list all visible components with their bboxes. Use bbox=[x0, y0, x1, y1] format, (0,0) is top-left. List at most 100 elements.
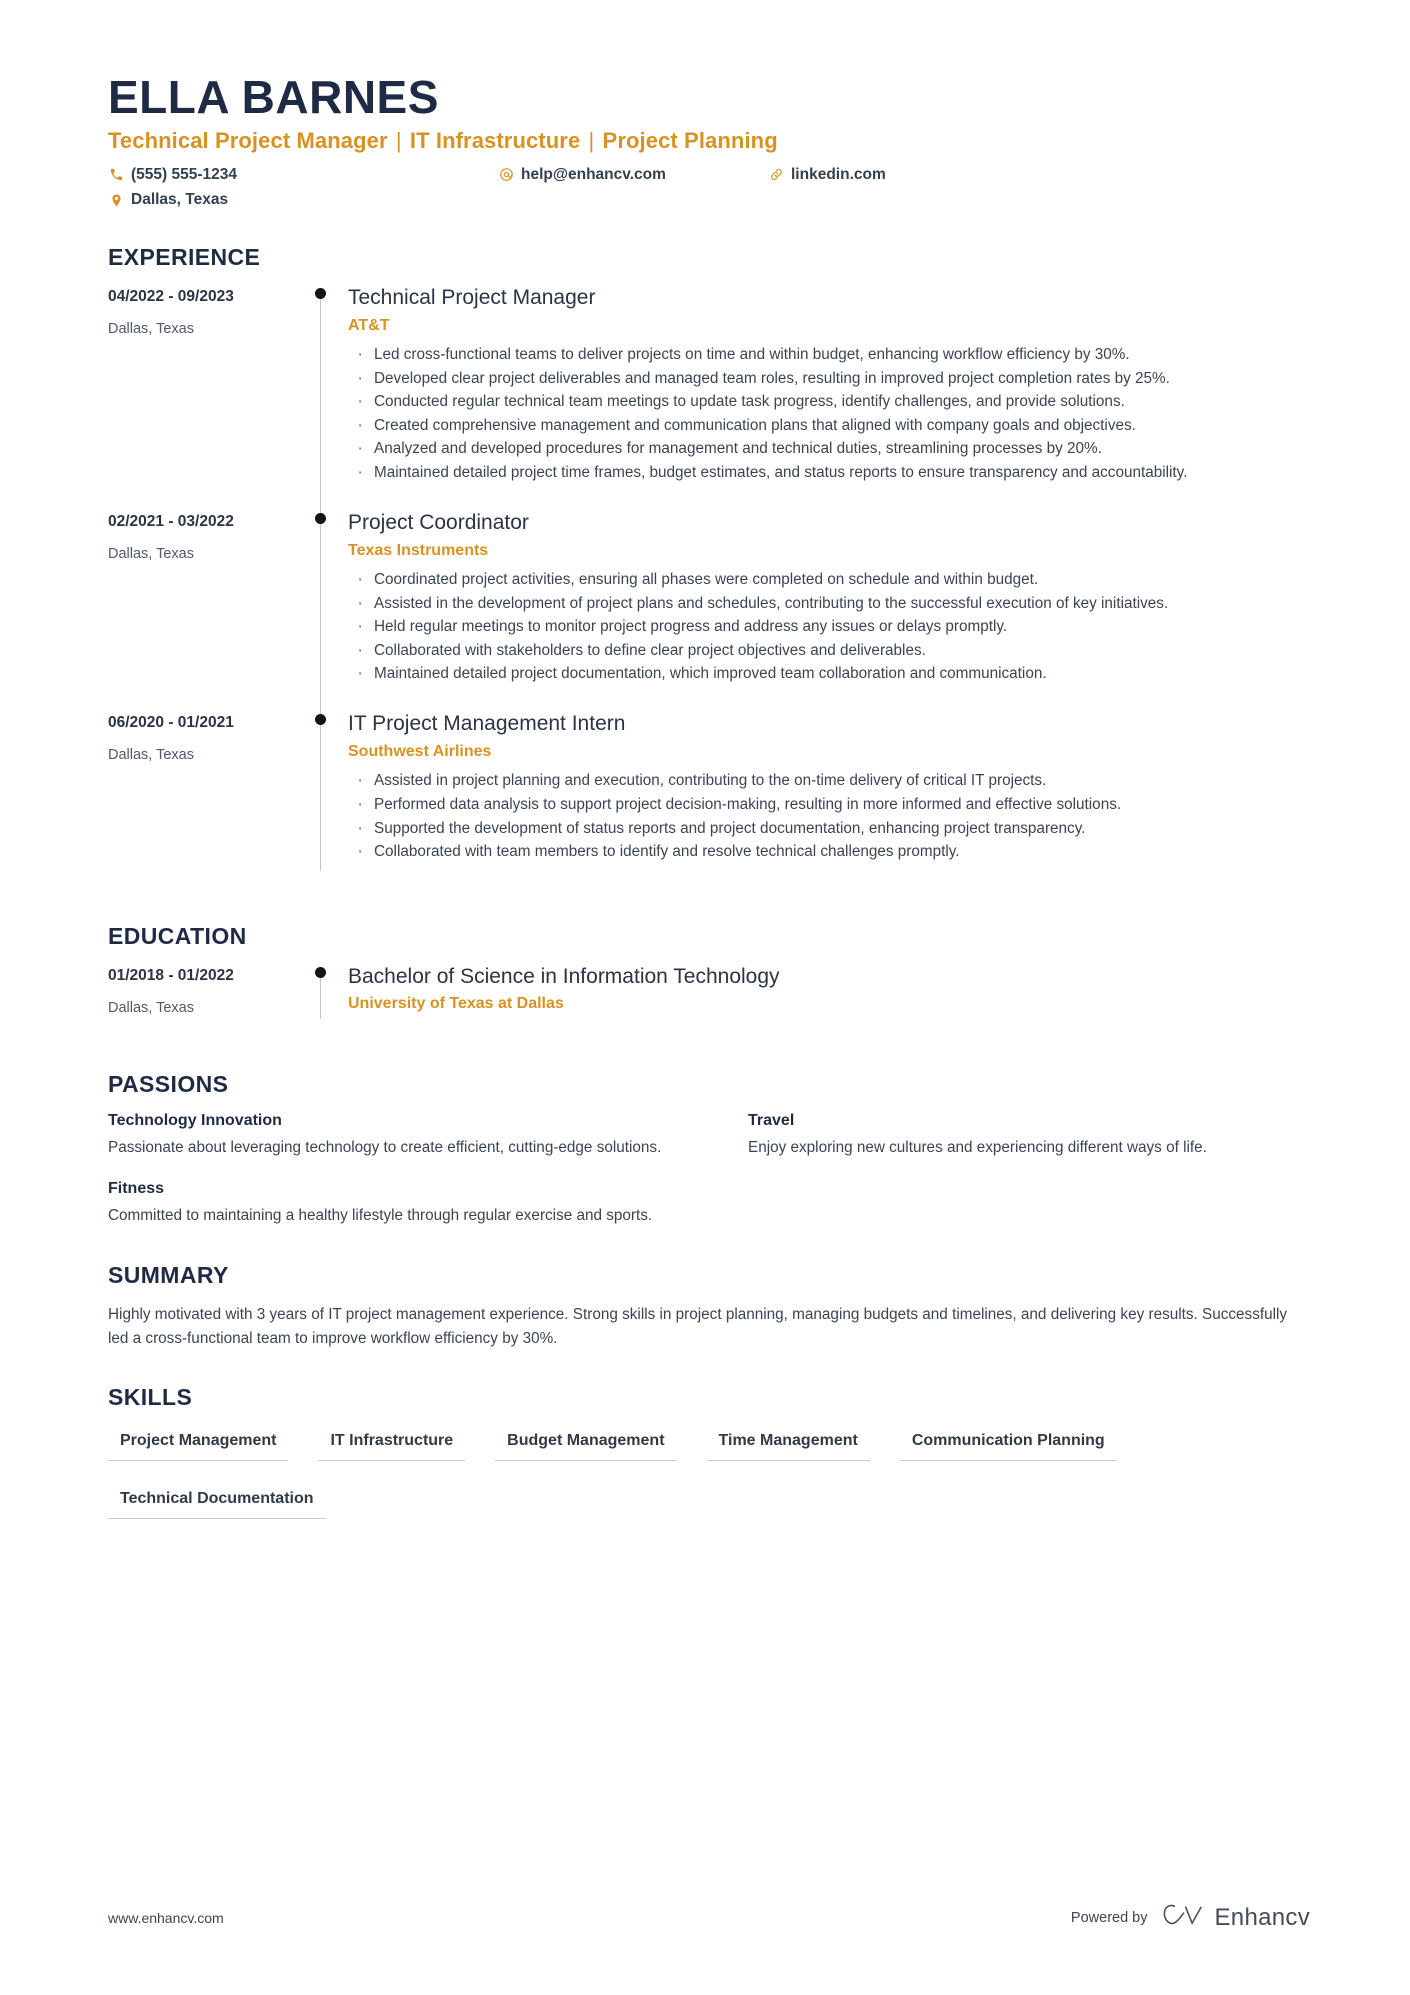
education-location: Dallas, Texas bbox=[108, 999, 194, 1016]
enhancv-brand-name: Enhancv bbox=[1214, 1903, 1310, 1931]
experience-item: 04/2022 - 09/2023 Dallas, Texas Technica… bbox=[108, 285, 1310, 520]
headline-part-1: Technical Project Manager bbox=[108, 127, 388, 153]
section-education: EDUCATION 01/2018 - 01/2022 Dallas, Texa… bbox=[108, 923, 1310, 1037]
passion-description: Committed to maintaining a healthy lifes… bbox=[108, 1207, 653, 1225]
contact-phone[interactable]: (555) 555-1234 bbox=[108, 166, 498, 185]
experience-bullets: Coordinated project activities, ensuring… bbox=[348, 567, 1310, 688]
list-item: Conducted regular technical team meeting… bbox=[348, 389, 1288, 415]
page-footer: www.enhancv.com Powered by Enhancv bbox=[108, 1902, 1310, 1933]
passion-item: Travel Enjoy exploring new cultures and … bbox=[748, 1112, 1308, 1160]
timeline-dot bbox=[315, 512, 326, 524]
skill-chip: Communication Planning bbox=[899, 1425, 1117, 1462]
experience-content: IT Project Management Intern Southwest A… bbox=[348, 711, 1310, 889]
headline-separator: | bbox=[582, 127, 601, 153]
experience-location: Dallas, Texas bbox=[108, 747, 194, 764]
education-school: University of Texas at Dallas bbox=[348, 995, 564, 1013]
phone-icon bbox=[108, 167, 124, 183]
education-degree: Bachelor of Science in Information Techn… bbox=[348, 964, 780, 988]
section-title-education: EDUCATION bbox=[108, 922, 247, 949]
skill-chip: IT Infrastructure bbox=[318, 1425, 466, 1462]
passions-grid: Technology Innovation Passionate about l… bbox=[108, 1112, 1308, 1228]
skill-chip: Project Management bbox=[108, 1425, 289, 1462]
contact-location-value: Dallas, Texas bbox=[131, 191, 229, 209]
resume-page: ELLA BARNES Technical Project Manager | … bbox=[0, 0, 1410, 1995]
headline-part-3: Project Planning bbox=[602, 127, 778, 153]
list-item: Assisted in the development of project p… bbox=[348, 591, 1288, 617]
headline-separator: | bbox=[389, 127, 408, 153]
timeline-rail bbox=[304, 285, 348, 520]
timeline-line bbox=[320, 721, 321, 871]
list-item: Developed clear project deliverables and… bbox=[348, 366, 1288, 392]
list-item: Supported the development of status repo… bbox=[348, 816, 1288, 842]
skill-chip: Budget Management bbox=[495, 1425, 677, 1462]
list-item: Led cross-functional teams to deliver pr… bbox=[348, 342, 1288, 368]
experience-content: Project Coordinator Texas Instruments Co… bbox=[348, 510, 1310, 711]
timeline-rail bbox=[304, 711, 348, 889]
passion-description: Enjoy exploring new cultures and experie… bbox=[748, 1139, 1207, 1157]
location-icon bbox=[108, 192, 124, 208]
timeline-rail bbox=[304, 510, 348, 722]
list-item: Assisted in project planning and executi… bbox=[348, 768, 1288, 794]
skills-list: Project Management IT Infrastructure Bud… bbox=[108, 1425, 1308, 1541]
contact-email-value: help@enhancv.com bbox=[521, 165, 666, 183]
section-summary: SUMMARY Highly motivated with 3 years of… bbox=[108, 1262, 1310, 1350]
experience-date: 02/2021 - 03/2022 bbox=[108, 512, 234, 530]
contact-link[interactable]: linkedin.com bbox=[768, 166, 886, 185]
education-item: 01/2018 - 01/2022 Dallas, Texas Bachelor… bbox=[108, 964, 1310, 1037]
contact-email[interactable]: help@enhancv.com bbox=[498, 166, 768, 185]
footer-branding: Powered by Enhancv bbox=[1071, 1902, 1310, 1933]
list-item: Collaborated with team members to identi… bbox=[348, 839, 1288, 865]
summary-text: Highly motivated with 3 years of IT proj… bbox=[108, 1305, 1288, 1347]
timeline-line bbox=[320, 973, 321, 1020]
experience-meta: 04/2022 - 09/2023 Dallas, Texas bbox=[108, 285, 304, 510]
list-item: Maintained detailed project time frames,… bbox=[348, 460, 1288, 486]
section-title-experience: EXPERIENCE bbox=[108, 243, 261, 270]
contact-location[interactable]: Dallas, Texas bbox=[108, 191, 1028, 210]
passion-name: Fitness bbox=[108, 1180, 165, 1198]
passion-description: Passionate about leveraging technology t… bbox=[108, 1139, 662, 1157]
experience-meta: 06/2020 - 01/2021 Dallas, Texas bbox=[108, 711, 304, 889]
timeline-dot bbox=[315, 287, 326, 299]
list-item: Analyzed and developed procedures for ma… bbox=[348, 436, 1288, 462]
education-content: Bachelor of Science in Information Techn… bbox=[348, 964, 1310, 1037]
passion-item: Fitness Committed to maintaining a healt… bbox=[108, 1180, 712, 1228]
experience-role: Technical Project Manager bbox=[348, 285, 596, 309]
timeline-dot bbox=[315, 714, 326, 726]
list-item: Performed data analysis to support proje… bbox=[348, 792, 1288, 818]
experience-content: Technical Project Manager AT&T Led cross… bbox=[348, 285, 1310, 510]
email-icon bbox=[498, 167, 514, 183]
resume-header: ELLA BARNES Technical Project Manager | … bbox=[108, 71, 1310, 210]
section-title-passions: PASSIONS bbox=[108, 1071, 229, 1098]
list-item: Held regular meetings to monitor project… bbox=[348, 614, 1288, 640]
timeline-line bbox=[320, 519, 321, 722]
experience-bullets: Led cross-functional teams to deliver pr… bbox=[348, 342, 1310, 486]
headline-part-2: IT Infrastructure bbox=[409, 127, 581, 153]
experience-company: Texas Instruments bbox=[348, 541, 489, 559]
experience-bullets: Assisted in project planning and executi… bbox=[348, 768, 1310, 865]
list-item: Coordinated project activities, ensuring… bbox=[348, 567, 1288, 593]
skill-chip: Time Management bbox=[706, 1425, 870, 1462]
experience-company: Southwest Airlines bbox=[348, 743, 492, 761]
skill-chip: Technical Documentation bbox=[108, 1483, 326, 1520]
experience-item: 06/2020 - 01/2021 Dallas, Texas IT Proje… bbox=[108, 711, 1310, 889]
section-title-skills: SKILLS bbox=[108, 1384, 193, 1411]
experience-role: IT Project Management Intern bbox=[348, 712, 626, 736]
enhancv-brand: Enhancv bbox=[1162, 1902, 1311, 1933]
contact-phone-value: (555) 555-1234 bbox=[131, 165, 237, 183]
link-icon bbox=[768, 167, 784, 183]
list-item: Collaborated with stakeholders to define… bbox=[348, 638, 1288, 664]
section-skills: SKILLS Project Management IT Infrastruct… bbox=[108, 1384, 1310, 1541]
experience-date: 04/2022 - 09/2023 bbox=[108, 287, 234, 305]
experience-item: 02/2021 - 03/2022 Dallas, Texas Project … bbox=[108, 510, 1310, 722]
contact-link-value: linkedin.com bbox=[791, 165, 886, 183]
section-title-summary: SUMMARY bbox=[108, 1261, 229, 1288]
timeline-dot bbox=[315, 966, 326, 978]
education-meta: 01/2018 - 01/2022 Dallas, Texas bbox=[108, 964, 304, 1037]
contact-info: (555) 555-1234 help@enhancv.com linkedin… bbox=[108, 166, 1028, 210]
experience-date: 06/2020 - 01/2021 bbox=[108, 714, 234, 732]
footer-website-url[interactable]: www.enhancv.com bbox=[108, 1910, 224, 1926]
experience-location: Dallas, Texas bbox=[108, 545, 194, 562]
timeline-rail bbox=[304, 964, 348, 1037]
enhancv-logo-icon bbox=[1162, 1902, 1206, 1933]
page-title: ELLA BARNES bbox=[108, 71, 439, 123]
